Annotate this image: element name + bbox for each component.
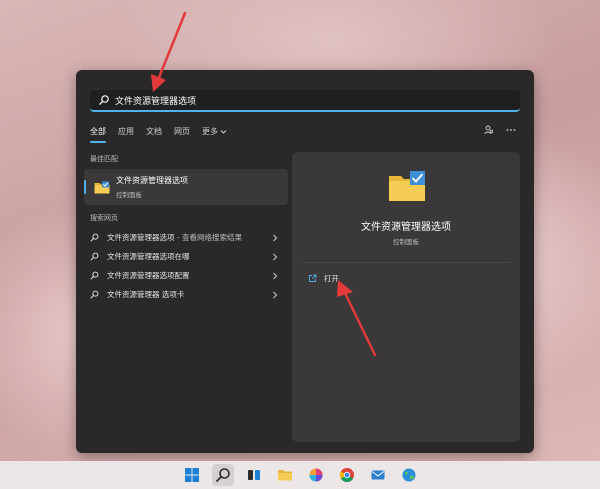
mail-button[interactable]: [367, 464, 389, 486]
tab-more[interactable]: 更多: [202, 126, 227, 141]
divider: [302, 262, 510, 263]
browser-button[interactable]: [398, 464, 420, 486]
open-external-icon: [309, 274, 317, 282]
panel-toolbar: [484, 125, 516, 135]
chevron-right-icon: [273, 291, 278, 299]
web-result-text: 文件资源管理器选项在哪: [107, 252, 190, 261]
tab-web[interactable]: 网页: [174, 126, 190, 141]
web-result-item[interactable]: 文件资源管理器选项 - 查看网络搜索结果: [84, 228, 288, 247]
mail-icon: [371, 470, 384, 480]
tab-all[interactable]: 全部: [90, 126, 106, 143]
more-options-icon[interactable]: [506, 125, 516, 135]
best-match-item[interactable]: 文件资源管理器选项 控制面板: [84, 169, 288, 205]
selection-accent: [84, 180, 86, 194]
detail-title: 文件资源管理器选项: [361, 222, 451, 233]
open-label: 打开: [324, 274, 339, 283]
best-match-label: 最佳匹配: [90, 155, 118, 163]
windows-start-icon: [184, 468, 199, 482]
best-match-subtitle: 控制面板: [116, 191, 142, 199]
taskbar-search-button[interactable]: [211, 464, 234, 486]
web-result-hint: - 查看网络搜索结果: [174, 233, 242, 242]
search-icon: [90, 252, 99, 261]
web-result-item[interactable]: 文件资源管理器选项配置: [84, 266, 288, 285]
search-icon: [90, 290, 99, 299]
search-box[interactable]: [90, 90, 520, 112]
tab-more-label: 更多: [202, 127, 218, 136]
start-search-panel: 全部 应用 文档 网页 更多 最佳匹配: [76, 70, 534, 453]
web-search-label: 搜索网页: [90, 214, 118, 222]
web-result-text: 文件资源管理器选项 - 查看网络搜索结果: [107, 232, 267, 243]
taskbar: [0, 461, 600, 489]
web-result-text: 文件资源管理器选项配置: [107, 271, 190, 280]
search-input[interactable]: [110, 91, 520, 109]
photos-button[interactable]: [305, 464, 327, 486]
chrome-icon: [339, 468, 354, 482]
tab-apps[interactable]: 应用: [118, 126, 134, 141]
tab-documents[interactable]: 文档: [146, 126, 162, 141]
account-switch-icon[interactable]: [484, 125, 494, 135]
folder-options-icon: [94, 181, 110, 193]
detail-pane: 文件资源管理器选项 控制面板 打开: [292, 152, 520, 442]
filter-tabs: 全部 应用 文档 网页 更多: [90, 126, 227, 143]
file-explorer-button[interactable]: [274, 464, 296, 486]
file-explorer-icon: [277, 470, 292, 481]
task-view-button[interactable]: [243, 464, 265, 486]
search-icon: [215, 468, 230, 482]
chevron-right-icon: [273, 253, 278, 261]
task-view-icon: [247, 470, 260, 480]
web-result-query: 文件资源管理器选项: [107, 233, 175, 242]
chevron-right-icon: [273, 272, 278, 280]
search-icon: [90, 233, 99, 242]
chrome-button[interactable]: [336, 464, 358, 486]
detail-subtitle: 控制面板: [393, 238, 419, 246]
search-icon: [90, 271, 99, 280]
chevron-right-icon: [273, 234, 278, 242]
best-match-text: 文件资源管理器选项 控制面板: [116, 175, 188, 199]
web-result-item[interactable]: 文件资源管理器 选项卡: [84, 285, 288, 304]
globe-icon: [402, 468, 415, 482]
best-match-title: 文件资源管理器选项: [116, 176, 188, 185]
web-result-item[interactable]: 文件资源管理器选项在哪: [84, 247, 288, 266]
search-icon: [99, 95, 109, 105]
folder-options-icon: [389, 171, 425, 201]
chevron-down-icon: [220, 129, 227, 134]
open-button[interactable]: 打开: [308, 273, 339, 284]
results-list: 最佳匹配 文件资源管理器选项 控制面板 搜索网页 文件资源管理器选项 - 查看网…: [84, 150, 288, 304]
photos-icon: [309, 468, 322, 482]
web-result-text: 文件资源管理器 选项卡: [107, 290, 185, 299]
start-button[interactable]: [181, 464, 203, 486]
